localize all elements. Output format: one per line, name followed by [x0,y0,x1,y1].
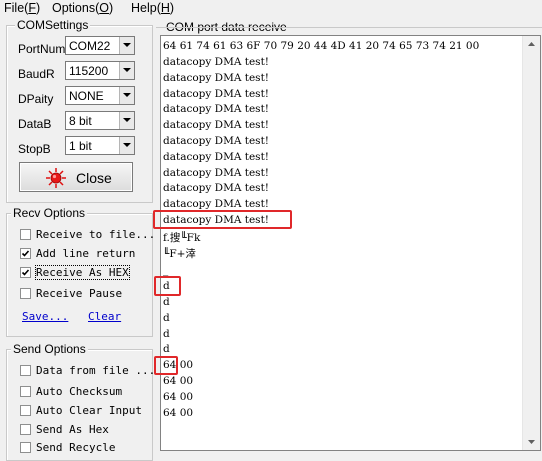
portnum-label: PortNum [18,42,66,56]
databits-select[interactable]: 8 bit [65,111,135,130]
receive-line: d [163,343,170,355]
receive-line: datacopy DMA test! [163,182,270,194]
red-light-icon [46,168,66,188]
stopbits-label: StopB [18,142,51,156]
checkbox[interactable] [20,386,31,397]
highlight-box-64 [154,356,178,375]
menu-bar: File(F) Options(O) Help(H) [0,0,542,18]
scroll-up-arrow-icon[interactable] [523,36,540,53]
receive-line: datacopy DMA test! [163,103,270,115]
checkbox[interactable] [20,288,31,299]
highlight-box-dma-test [153,210,292,229]
highlight-box-d [154,276,181,296]
receive-line: _ [163,264,169,276]
checkbox[interactable] [20,405,31,416]
checkbox[interactable] [20,424,31,435]
receive-line: d [163,312,170,324]
chevron-down-icon[interactable] [119,37,134,54]
com-settings-title: COMSettings [15,18,91,32]
recv-options-title: Recv Options [11,206,88,220]
databits-label: DataB [18,117,52,131]
receive-line: d [163,328,170,340]
receive-line: datacopy DMA test! [163,72,270,84]
receive-textarea[interactable]: 64 61 74 61 63 6F 70 79 20 44 4D 41 20 7… [160,35,541,451]
receive-line: 64 00 [163,407,194,419]
checkmark-icon [21,250,30,257]
receive-line: datacopy DMA test! [163,56,270,68]
menu-help[interactable]: Help(H) [131,1,174,15]
receive-line: 64 00 [163,375,194,387]
close-port-button[interactable]: Close [19,162,133,192]
chevron-down-icon[interactable] [119,87,134,104]
chevron-down-icon[interactable] [119,137,134,154]
receive-line: 64 00 [163,391,194,403]
receive-line: ╙F+涬 [163,248,196,260]
receive-line: datacopy DMA test! [163,88,270,100]
menu-options[interactable]: Options(O) [52,1,113,15]
vertical-scrollbar[interactable] [522,36,540,450]
parity-label: DPaity [18,92,54,106]
checkbox[interactable] [20,442,31,453]
checkbox[interactable] [20,365,31,376]
receive-line: d [163,296,170,308]
receive-line: 64 61 74 61 63 6F 70 79 20 44 4D 41 20 7… [163,40,480,52]
receive-line: datacopy DMA test! [163,151,270,163]
checkbox[interactable] [20,248,31,259]
checkbox[interactable] [20,267,31,278]
receive-line: datacopy DMA test! [163,198,270,210]
portnum-select[interactable]: COM22 [65,36,135,55]
checkmark-icon [21,269,30,276]
checkbox[interactable] [20,229,31,240]
receive-line: datacopy DMA test! [163,119,270,131]
menu-file[interactable]: File(F) [4,1,40,15]
receive-line: datacopy DMA test! [163,135,270,147]
parity-select[interactable]: NONE [65,86,135,105]
chevron-down-icon[interactable] [119,62,134,79]
scroll-down-arrow-icon[interactable] [523,433,540,450]
stopbits-select[interactable]: 1 bit [65,136,135,155]
receive-line: f.搜╙Fk [163,232,201,244]
send-options-title: Send Options [11,342,88,356]
baud-label: BaudR [18,67,55,81]
baud-select[interactable]: 115200 [65,61,135,80]
save-link[interactable]: Save... [22,310,68,323]
chevron-down-icon[interactable] [119,112,134,129]
receive-line: datacopy DMA test! [163,167,270,179]
clear-link[interactable]: Clear [88,310,121,323]
receive-panel-frame [156,27,542,28]
